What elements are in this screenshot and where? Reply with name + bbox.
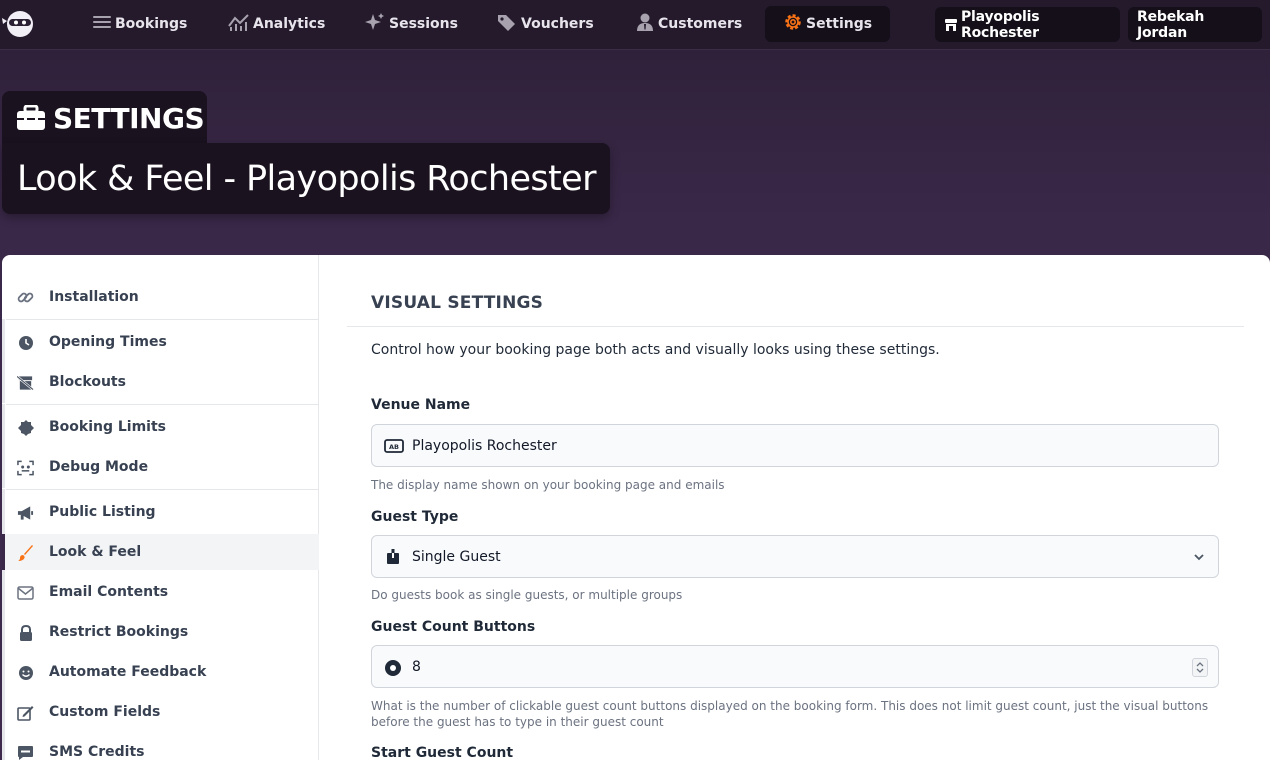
record-icon bbox=[384, 659, 402, 676]
sidebar-item-restrict-bookings[interactable]: Restrict Bookings bbox=[2, 614, 319, 650]
settings-sidebar: Installation Opening Times Blockouts Boo… bbox=[2, 255, 319, 760]
divider bbox=[6, 404, 319, 405]
sidebar-item-booking-limits[interactable]: Booking Limits bbox=[2, 409, 319, 445]
guest-type-select[interactable]: Single Guest bbox=[371, 535, 1219, 578]
guest-count-buttons-value: 8 bbox=[412, 658, 421, 675]
sidebar-item-look-and-feel[interactable]: Look & Feel bbox=[2, 534, 319, 570]
guest-type-field-label: Guest Type bbox=[371, 509, 459, 525]
nav-analytics-label: Analytics bbox=[253, 16, 326, 32]
nav-vouchers[interactable]: Vouchers bbox=[492, 6, 598, 42]
sidebar-item-label: Public Listing bbox=[49, 504, 156, 520]
box-icon bbox=[384, 549, 402, 565]
sidebar-item-label: Blockouts bbox=[49, 374, 126, 390]
sidebar-item-debug-mode[interactable]: Debug Mode bbox=[2, 449, 319, 485]
nav-customers[interactable]: Customers bbox=[631, 6, 746, 42]
sparkle-icon bbox=[364, 12, 389, 36]
section-intro: Control how your booking page both acts … bbox=[371, 342, 940, 358]
user-menu[interactable]: Rebekah Jordan bbox=[1128, 7, 1262, 42]
guest-count-buttons-input[interactable]: 8 bbox=[371, 645, 1219, 688]
sidebar-item-label: SMS Credits bbox=[49, 744, 145, 760]
sidebar-item-public-listing[interactable]: Public Listing bbox=[2, 494, 319, 530]
toolbox-icon bbox=[16, 105, 53, 131]
sidebar-item-label: Debug Mode bbox=[49, 459, 149, 475]
nav-customers-label: Customers bbox=[658, 16, 743, 32]
page-title: Look & Feel - Playopolis Rochester bbox=[2, 143, 610, 214]
user-tie-icon bbox=[635, 12, 658, 36]
settings-card: Installation Opening Times Blockouts Boo… bbox=[2, 255, 1270, 760]
guest-type-value: Single Guest bbox=[412, 548, 501, 565]
sidebar-item-blockouts[interactable]: Blockouts bbox=[2, 364, 319, 400]
svg-text:AB: AB bbox=[389, 443, 399, 451]
sidebar-item-label: Restrict Bookings bbox=[49, 624, 189, 640]
start-guest-count-label: Start Guest Count bbox=[371, 745, 514, 760]
text-field-icon: AB bbox=[384, 438, 404, 454]
nav-settings[interactable]: Settings bbox=[765, 6, 891, 42]
nav-vouchers-label: Vouchers bbox=[521, 16, 594, 32]
venue-name-field[interactable]: AB Playopolis Rochester bbox=[371, 424, 1219, 467]
sidebar-item-label: Custom Fields bbox=[49, 704, 161, 720]
venue-name-field-label: Venue Name bbox=[371, 397, 471, 413]
guest-type-help: Do guests book as single guests, or mult… bbox=[371, 588, 683, 602]
nav-settings-label: Settings bbox=[806, 16, 873, 32]
store-icon bbox=[944, 18, 958, 32]
settings-tag: SETTINGS bbox=[2, 91, 207, 145]
sidebar-item-opening-times[interactable]: Opening Times bbox=[2, 324, 319, 360]
section-title: VISUAL SETTINGS bbox=[371, 293, 544, 313]
venue-name-value: Playopolis Rochester bbox=[412, 437, 557, 454]
sidebar-item-label: Automate Feedback bbox=[49, 664, 207, 680]
nav-sessions[interactable]: Sessions bbox=[360, 6, 462, 42]
chevron-down-icon bbox=[1192, 550, 1206, 568]
number-stepper[interactable] bbox=[1192, 658, 1208, 677]
envelope-icon bbox=[17, 584, 34, 601]
megaphone-icon bbox=[17, 504, 34, 521]
clock-icon bbox=[17, 334, 34, 351]
sidebar-item-custom-fields[interactable]: Custom Fields bbox=[2, 694, 319, 730]
smile-icon bbox=[17, 664, 34, 681]
venue-selector[interactable]: Playopolis Rochester bbox=[935, 7, 1120, 42]
lock-icon bbox=[17, 624, 34, 641]
sidebar-item-label: Look & Feel bbox=[49, 544, 142, 560]
user-name-label: Rebekah Jordan bbox=[1137, 8, 1205, 41]
certificate-icon bbox=[17, 419, 34, 436]
sms-icon bbox=[17, 744, 34, 760]
sidebar-item-installation[interactable]: Installation bbox=[2, 279, 319, 315]
divider bbox=[6, 489, 319, 490]
guest-count-buttons-help: What is the number of clickable guest co… bbox=[371, 699, 1209, 729]
link-icon bbox=[17, 289, 34, 306]
scan-icon bbox=[17, 459, 34, 476]
gear-icon bbox=[783, 12, 806, 36]
nav-sessions-label: Sessions bbox=[389, 16, 458, 32]
ninja-logo-icon[interactable] bbox=[2, 9, 34, 39]
nav-bookings-label: Bookings bbox=[115, 16, 188, 32]
sidebar-item-automate-feedback[interactable]: Automate Feedback bbox=[2, 654, 319, 690]
divider bbox=[347, 326, 1244, 327]
divider bbox=[6, 319, 319, 320]
nav-bookings[interactable]: Bookings bbox=[88, 6, 191, 42]
sidebar-item-label: Installation bbox=[49, 289, 139, 305]
store-slash-icon bbox=[17, 374, 34, 391]
venue-name-help: The display name shown on your booking p… bbox=[371, 478, 725, 492]
sidebar-item-email-contents[interactable]: Email Contents bbox=[2, 574, 319, 610]
sidebar-item-label: Email Contents bbox=[49, 584, 169, 600]
guest-count-buttons-label: Guest Count Buttons bbox=[371, 619, 536, 635]
paintbrush-icon bbox=[17, 544, 34, 561]
settings-tag-label: SETTINGS bbox=[53, 101, 205, 135]
sidebar-item-sms-credits[interactable]: SMS Credits bbox=[2, 734, 319, 760]
chart-icon bbox=[228, 13, 253, 35]
nav-analytics[interactable]: Analytics bbox=[224, 6, 329, 42]
venue-name-label: Playopolis Rochester bbox=[961, 8, 1040, 41]
edit-icon bbox=[17, 704, 34, 721]
bars-icon bbox=[92, 14, 115, 34]
sidebar-item-label: Booking Limits bbox=[49, 419, 167, 435]
tags-icon bbox=[496, 13, 521, 35]
top-navigation: Bookings Analytics Sessions Vouchers Cus… bbox=[0, 0, 1270, 50]
sidebar-item-label: Opening Times bbox=[49, 334, 167, 350]
